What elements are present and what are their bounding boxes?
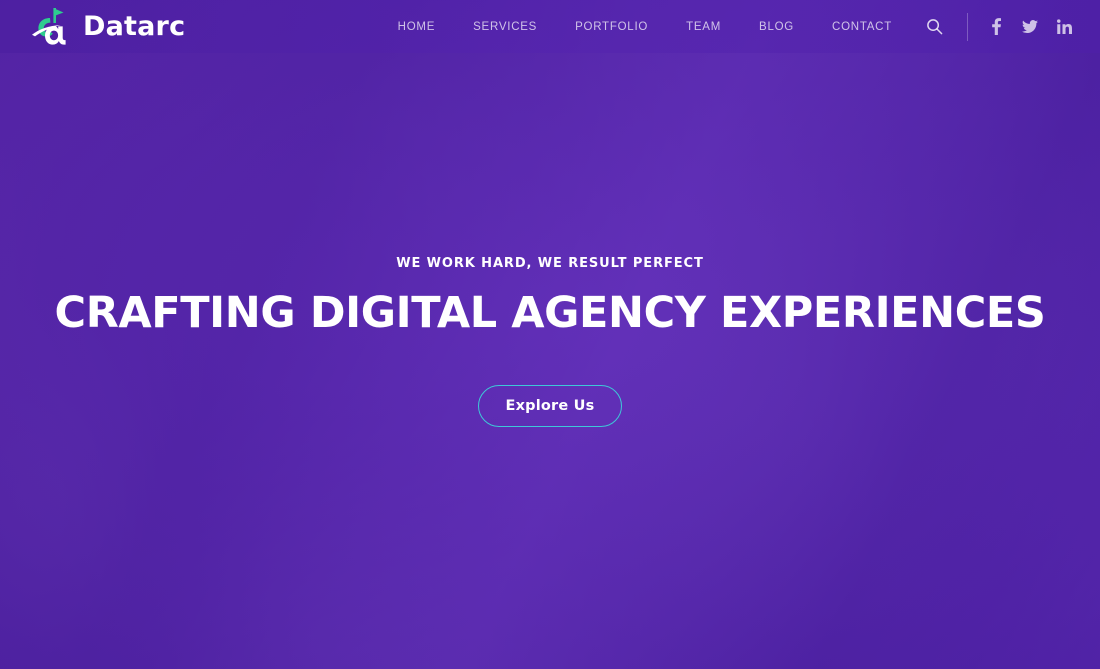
linkedin-link[interactable] xyxy=(1056,18,1072,36)
datarc-alpha-logomark-icon xyxy=(32,7,66,45)
header-divider xyxy=(967,12,968,41)
hero-content: WE WORK HARD, WE RESULT PERFECT CRAFTING… xyxy=(0,0,1100,669)
brand-name: Datarc xyxy=(83,11,186,42)
facebook-icon xyxy=(991,18,1001,35)
facebook-link[interactable] xyxy=(988,18,1004,36)
header-tools xyxy=(911,12,1072,42)
twitter-link[interactable] xyxy=(1022,18,1038,36)
search-button[interactable] xyxy=(919,12,949,42)
search-icon xyxy=(926,19,942,35)
nav-item-contact[interactable]: CONTACT xyxy=(813,15,911,39)
hero-subtitle: WE WORK HARD, WE RESULT PERFECT xyxy=(396,255,704,271)
primary-navigation: HOME SERVICES PORTFOLIO TEAM BLOG CONTAC… xyxy=(379,15,911,39)
nav-item-portfolio[interactable]: PORTFOLIO xyxy=(556,15,667,39)
nav-item-blog[interactable]: BLOG xyxy=(740,15,813,39)
explore-us-button[interactable]: Explore Us xyxy=(478,385,622,428)
site-header: Datarc HOME SERVICES PORTFOLIO TEAM BLOG… xyxy=(0,0,1100,53)
nav-item-home[interactable]: HOME xyxy=(379,15,455,39)
nav-item-services[interactable]: SERVICES xyxy=(454,15,556,39)
twitter-icon xyxy=(1022,19,1038,33)
nav-item-team[interactable]: TEAM xyxy=(667,15,740,39)
hero-title: CRAFTING DIGITAL AGENCY EXPERIENCES xyxy=(54,287,1046,338)
brand-logo[interactable]: Datarc xyxy=(30,6,185,48)
linkedin-icon xyxy=(1056,19,1072,34)
social-links xyxy=(988,18,1072,36)
